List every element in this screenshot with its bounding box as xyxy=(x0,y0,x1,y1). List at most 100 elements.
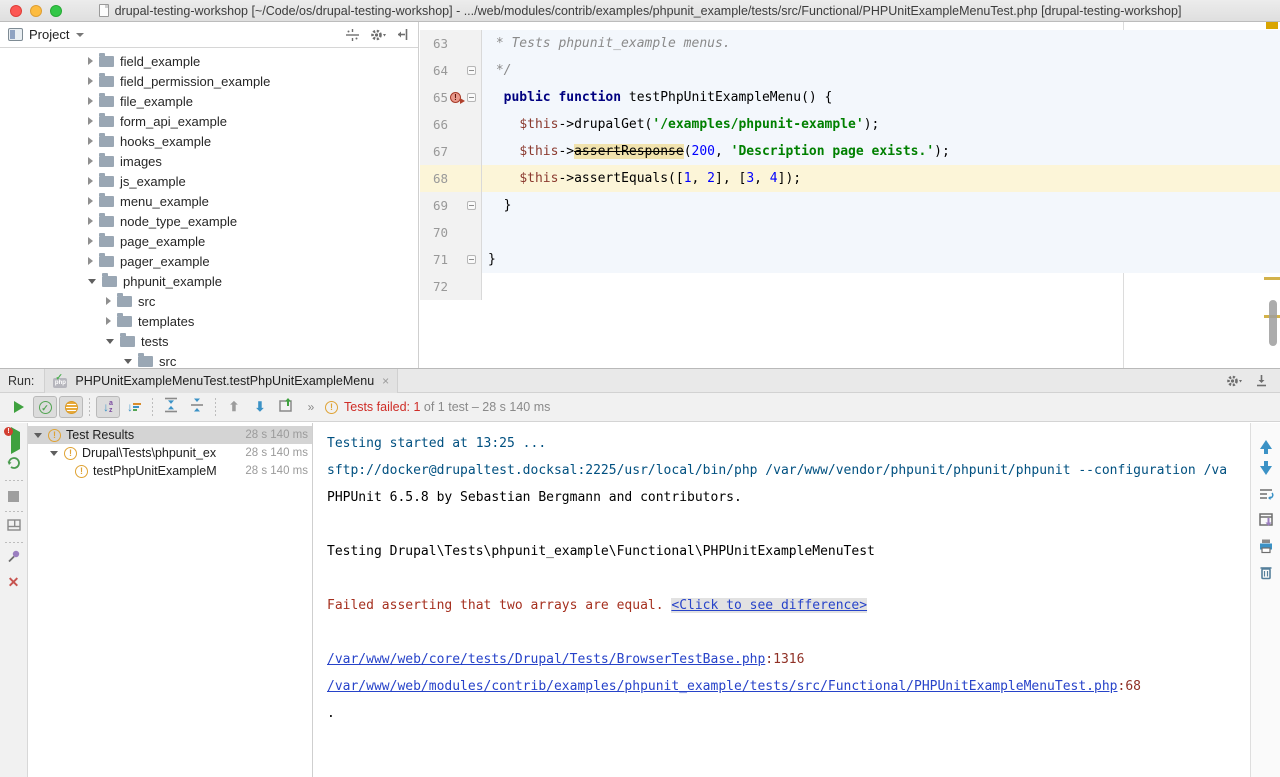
gear-icon[interactable] xyxy=(370,28,387,42)
editor-gutter[interactable]: 63 xyxy=(420,30,482,57)
chevron-expanded-icon[interactable] xyxy=(50,451,58,456)
chevron-collapsed-icon[interactable] xyxy=(88,77,93,85)
test-tree-item[interactable]: !testPhpUnitExampleM28 s 140 ms xyxy=(28,462,312,480)
test-tree-item[interactable]: !Test Results28 s 140 ms xyxy=(28,426,312,444)
code-line[interactable]: 67 $this->assertResponse(200, 'Descripti… xyxy=(420,138,1280,165)
import-export-results-button[interactable] xyxy=(274,396,298,418)
fold-marker-icon[interactable] xyxy=(467,201,476,210)
close-tab-icon[interactable]: × xyxy=(382,374,389,388)
toggle-auto-test-button[interactable] xyxy=(4,455,24,475)
editor-gutter[interactable]: 65! xyxy=(420,84,482,111)
project-tree-item-field_permission_example[interactable]: field_permission_example xyxy=(0,71,418,91)
scroll-down-button[interactable] xyxy=(1256,460,1276,480)
more-chevron[interactable]: » xyxy=(300,396,324,418)
fold-marker-icon[interactable] xyxy=(467,93,476,102)
pin-tab-button[interactable] xyxy=(4,548,24,568)
chevron-collapsed-icon[interactable] xyxy=(88,237,93,245)
chevron-expanded-icon[interactable] xyxy=(34,433,42,438)
editor-scrollbar[interactable] xyxy=(1269,300,1277,346)
code-line[interactable]: 68 $this->assertEquals([1, 2], [3, 4]); xyxy=(420,165,1280,192)
test-tree-item[interactable]: !Drupal\Tests\phpunit_ex28 s 140 ms xyxy=(28,444,312,462)
code-editor[interactable]: 63 * Tests phpunit_example menus.64 */65… xyxy=(420,22,1280,368)
editor-gutter[interactable]: 68 xyxy=(420,165,482,192)
project-tree-item-hooks_example[interactable]: hooks_example xyxy=(0,131,418,151)
project-tree-item-file_example[interactable]: file_example xyxy=(0,91,418,111)
fold-marker-icon[interactable] xyxy=(467,66,476,75)
hide-panel-icon[interactable] xyxy=(397,28,410,41)
fold-marker-icon[interactable] xyxy=(467,255,476,264)
project-tree-item-src[interactable]: src xyxy=(0,291,418,311)
editor-gutter[interactable]: 67 xyxy=(420,138,482,165)
gear-icon[interactable] xyxy=(1226,374,1243,388)
chevron-down-icon[interactable] xyxy=(76,33,84,37)
project-tree-item-templates[interactable]: templates xyxy=(0,311,418,331)
project-panel-header[interactable]: Project xyxy=(0,22,418,48)
project-tree-item-menu_example[interactable]: menu_example xyxy=(0,191,418,211)
test-console-output[interactable]: Testing started at 13:25 ...sftp://docke… xyxy=(313,423,1250,777)
chevron-expanded-icon[interactable] xyxy=(106,339,114,344)
chevron-collapsed-icon[interactable] xyxy=(106,317,111,325)
stacktrace-link[interactable]: /var/www/web/core/tests/Drupal/Tests/Bro… xyxy=(327,652,765,667)
code-line[interactable]: 69 } xyxy=(420,192,1280,219)
code-line[interactable]: 65! public function testPhpUnitExampleMe… xyxy=(420,84,1280,111)
hide-toolwindow-icon[interactable] xyxy=(1255,374,1268,387)
clear-all-button[interactable] xyxy=(1256,564,1276,584)
editor-gutter[interactable]: 70 xyxy=(420,219,482,246)
chevron-collapsed-icon[interactable] xyxy=(106,297,111,305)
project-tree-item-tests[interactable]: tests xyxy=(0,331,418,351)
editor-gutter[interactable]: 69 xyxy=(420,192,482,219)
show-passed-button[interactable]: ✓ xyxy=(33,396,57,418)
editor-gutter[interactable]: 71 xyxy=(420,246,482,273)
chevron-collapsed-icon[interactable] xyxy=(88,177,93,185)
project-tree-item-js_example[interactable]: js_example xyxy=(0,171,418,191)
chevron-collapsed-icon[interactable] xyxy=(88,117,93,125)
print-button[interactable] xyxy=(1256,538,1276,558)
chevron-collapsed-icon[interactable] xyxy=(88,157,93,165)
expand-all-button[interactable] xyxy=(159,396,183,418)
project-tree-item-field_example[interactable]: field_example xyxy=(0,51,418,71)
open-results-in-editor-button[interactable] xyxy=(1256,512,1276,532)
sort-by-duration-button[interactable]: ↓ xyxy=(122,396,146,418)
editor-gutter[interactable]: 64 xyxy=(420,57,482,84)
rerun-button[interactable] xyxy=(7,396,31,418)
project-tree-item-images[interactable]: images xyxy=(0,151,418,171)
rerun-failed-tests-button[interactable]: ! xyxy=(4,431,24,451)
chevron-collapsed-icon[interactable] xyxy=(88,57,93,65)
project-tree-item-form_api_example[interactable]: form_api_example xyxy=(0,111,418,131)
close-button[interactable]: ✕ xyxy=(4,572,24,592)
stacktrace-link[interactable]: /var/www/web/modules/contrib/examples/ph… xyxy=(327,679,1118,694)
chevron-expanded-icon[interactable] xyxy=(88,279,96,284)
previous-failed-test-button[interactable]: ⬆ xyxy=(222,396,246,418)
project-tree-item-phpunit_example[interactable]: phpunit_example xyxy=(0,271,418,291)
chevron-collapsed-icon[interactable] xyxy=(88,197,93,205)
soft-wrap-button[interactable] xyxy=(1256,486,1276,506)
collapse-all-button[interactable] xyxy=(185,396,209,418)
sort-alphabetically-button[interactable]: ↓az xyxy=(96,396,120,418)
show-ignored-button[interactable] xyxy=(59,396,83,418)
project-tree-item-page_example[interactable]: page_example xyxy=(0,231,418,251)
restore-layout-button[interactable] xyxy=(4,517,24,537)
code-line[interactable]: 70 xyxy=(420,219,1280,246)
scroll-from-source-icon[interactable] xyxy=(345,28,360,42)
project-tree-item-pager_example[interactable]: pager_example xyxy=(0,251,418,271)
test-failed-icon[interactable]: ! xyxy=(450,92,461,103)
chevron-collapsed-icon[interactable] xyxy=(88,97,93,105)
code-line[interactable]: 66 $this->drupalGet('/examples/phpunit-e… xyxy=(420,111,1280,138)
next-failed-test-button[interactable]: ⬇ xyxy=(248,396,272,418)
editor-gutter[interactable]: 72 xyxy=(420,273,482,300)
code-line[interactable]: 63 * Tests phpunit_example menus. xyxy=(420,30,1280,57)
chevron-collapsed-icon[interactable] xyxy=(88,137,93,145)
project-tree-item-src[interactable]: src xyxy=(0,351,418,368)
stop-button[interactable] xyxy=(4,486,24,506)
editor-gutter[interactable]: 66 xyxy=(420,111,482,138)
code-line[interactable]: 71} xyxy=(420,246,1280,273)
code-line[interactable]: 72 xyxy=(420,273,1280,300)
run-configuration-tab[interactable]: php✓ PHPUnitExampleMenuTest.testPhpUnitE… xyxy=(44,369,398,393)
chevron-expanded-icon[interactable] xyxy=(124,359,132,364)
chevron-collapsed-icon[interactable] xyxy=(88,257,93,265)
code-line[interactable]: 64 */ xyxy=(420,57,1280,84)
chevron-collapsed-icon[interactable] xyxy=(88,217,93,225)
project-tree-item-node_type_example[interactable]: node_type_example xyxy=(0,211,418,231)
see-difference-link[interactable]: <Click to see difference> xyxy=(671,598,867,613)
scroll-up-button[interactable] xyxy=(1256,434,1276,454)
